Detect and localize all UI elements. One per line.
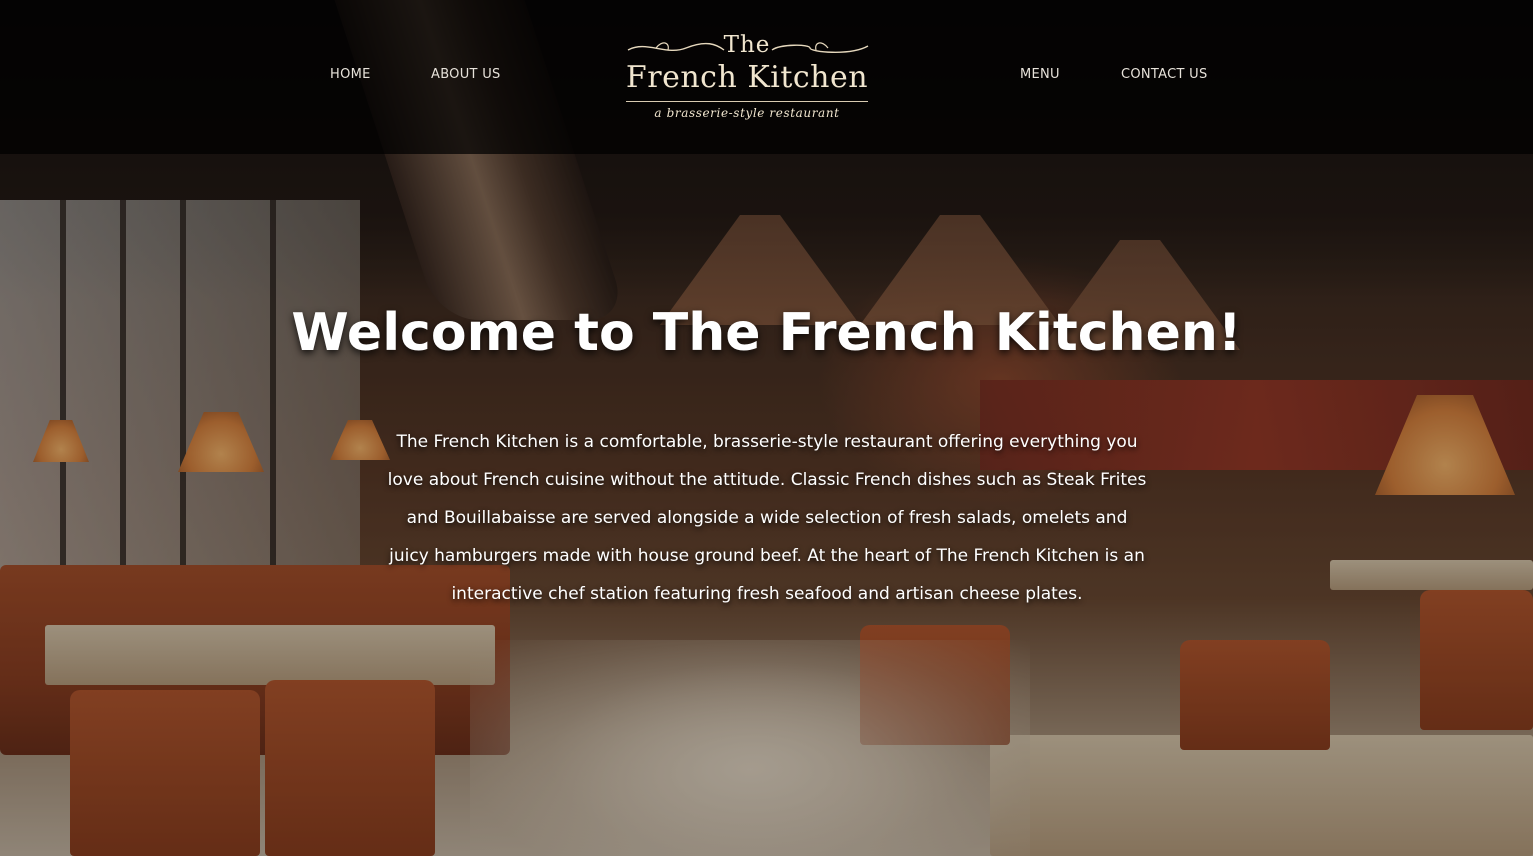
site-logo[interactable]: The French Kitchen a brasserie-style res… [586, 30, 908, 126]
site-header: HOME ABOUT US The French Kitchen a brass… [0, 0, 1533, 154]
logo-divider [626, 101, 868, 102]
nav-about-us-link[interactable]: ABOUT US [431, 67, 501, 82]
right-flourish-icon [771, 42, 869, 53]
hero-description: The French Kitchen is a comfortable, bra… [387, 432, 1147, 604]
nav-home-link[interactable]: HOME [330, 67, 371, 82]
hero-title: Welcome to The French Kitchen! [291, 303, 1242, 363]
nav-menu-link[interactable]: MENU [1020, 67, 1060, 82]
logo-name-text: French Kitchen [625, 60, 869, 95]
logo-tagline: a brasserie-style restaurant [654, 106, 840, 120]
nav-contact-us-link[interactable]: CONTACT US [1121, 67, 1208, 82]
